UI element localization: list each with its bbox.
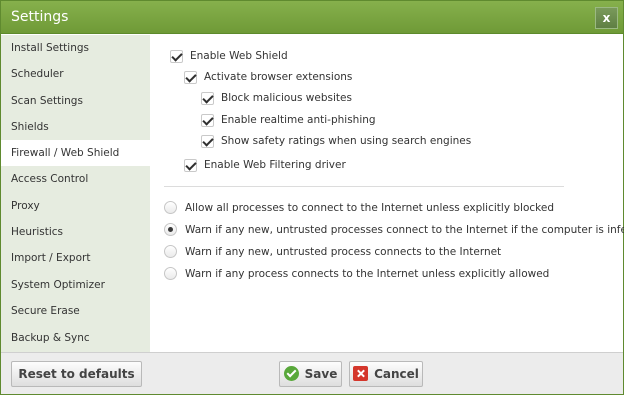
section-divider	[164, 186, 564, 187]
cancel-x-icon	[353, 366, 369, 381]
firewall-option-allow-all-label: Allow all processes to connect to the In…	[185, 202, 554, 214]
firewall-option-warn-infected-label: Warn if any new, untrusted processes con…	[185, 224, 624, 236]
sidebar-item-secure-erase[interactable]: Secure Erase	[1, 298, 150, 324]
firewall-option-warn-untrusted-label: Warn if any new, untrusted process conne…	[185, 246, 502, 258]
save-button[interactable]: Save	[279, 361, 342, 387]
anti-phishing-checkbox[interactable]	[201, 114, 214, 127]
browser-extensions-checkbox[interactable]	[184, 71, 197, 84]
cancel-button-label: Cancel	[374, 367, 419, 381]
firewall-option-warn-untrusted-radio[interactable]	[164, 245, 177, 258]
block-malicious-label: Block malicious websites	[221, 92, 352, 104]
sidebar-item-shields[interactable]: Shields	[1, 114, 150, 140]
filtering-driver-checkbox[interactable]	[184, 159, 197, 172]
safety-ratings-checkbox[interactable]	[201, 135, 214, 148]
sidebar-item-scheduler[interactable]: Scheduler	[1, 61, 150, 87]
sidebar-item-proxy[interactable]: Proxy	[1, 193, 150, 219]
sidebar-item-heuristics[interactable]: Heuristics	[1, 219, 150, 245]
cancel-button[interactable]: Cancel	[349, 361, 423, 387]
firewall-option-allow-all-radio[interactable]	[164, 201, 177, 214]
browser-extensions-label: Activate browser extensions	[204, 71, 353, 83]
enable-web-shield-checkbox[interactable]	[170, 50, 183, 63]
sidebar-item-system-optimizer[interactable]: System Optimizer	[1, 272, 150, 298]
sidebar-item-access-control[interactable]: Access Control	[1, 166, 150, 192]
firewall-option-warn-any-radio[interactable]	[164, 267, 177, 280]
enable-web-shield-label: Enable Web Shield	[190, 50, 288, 62]
sidebar-item-firewall-web-shield[interactable]: Firewall / Web Shield	[1, 140, 150, 166]
settings-panel: Enable Web Shield Activate browser exten…	[150, 35, 624, 352]
sidebar: Install Settings Scheduler Scan Settings…	[1, 35, 150, 352]
close-button[interactable]: x	[595, 7, 618, 29]
sidebar-item-backup-sync[interactable]: Backup & Sync	[1, 325, 150, 351]
footer-bar: Reset to defaults Save Cancel	[1, 352, 623, 394]
sidebar-item-install-settings[interactable]: Install Settings	[1, 35, 150, 61]
reset-defaults-button[interactable]: Reset to defaults	[11, 361, 142, 387]
settings-window: Settings x Install Settings Scheduler Sc…	[0, 0, 624, 395]
block-malicious-checkbox[interactable]	[201, 92, 214, 105]
firewall-option-warn-infected-radio[interactable]	[164, 223, 177, 236]
sidebar-item-scan-settings[interactable]: Scan Settings	[1, 88, 150, 114]
check-circle-icon	[283, 366, 299, 381]
firewall-option-warn-any-label: Warn if any process connects to the Inte…	[185, 268, 550, 280]
filtering-driver-label: Enable Web Filtering driver	[204, 159, 346, 171]
title-bar: Settings x	[1, 1, 623, 34]
save-button-label: Save	[304, 367, 338, 381]
anti-phishing-label: Enable realtime anti-phishing	[221, 114, 376, 126]
sidebar-item-import-export[interactable]: Import / Export	[1, 245, 150, 271]
window-title: Settings	[11, 9, 69, 25]
safety-ratings-label: Show safety ratings when using search en…	[221, 135, 472, 147]
